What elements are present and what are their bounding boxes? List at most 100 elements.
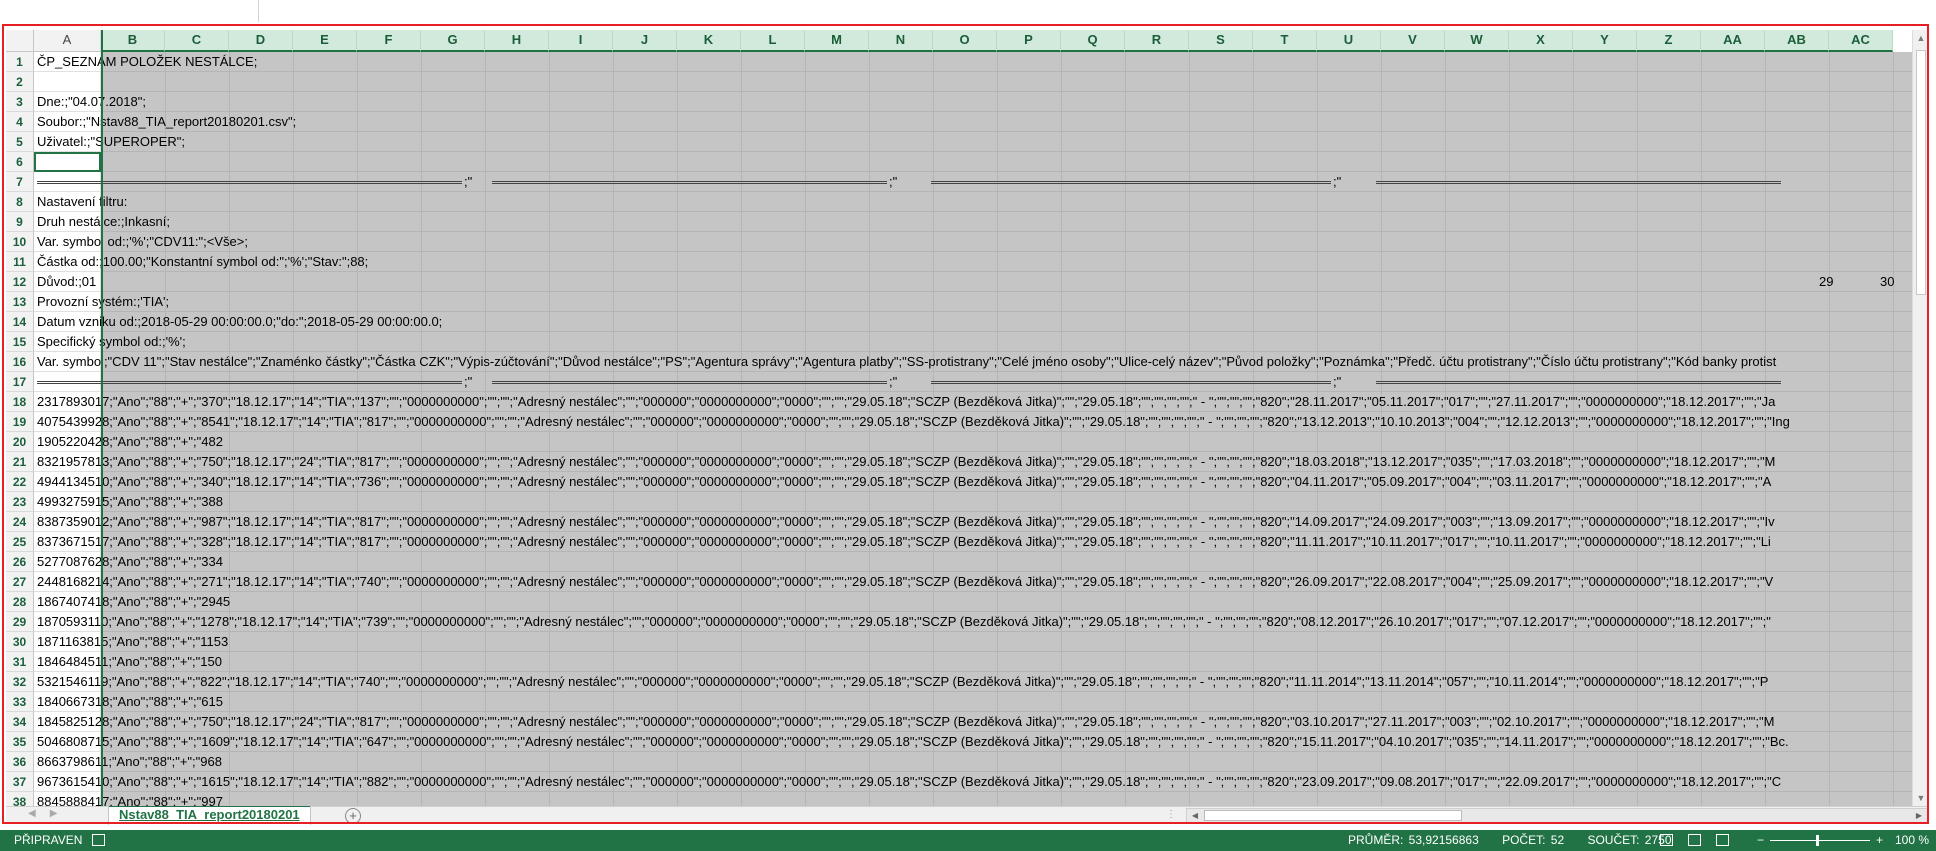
row-number[interactable]: 37 [6,772,34,792]
column-header-u[interactable]: U [1317,30,1381,52]
row-number[interactable]: 3 [6,92,34,112]
row-number[interactable]: 9 [6,212,34,232]
vertical-scroll-thumb[interactable] [1916,50,1926,295]
row-number[interactable]: 27 [6,572,34,592]
row-number[interactable]: 22 [6,472,34,492]
row-number[interactable]: 34 [6,712,34,732]
normal-view-icon[interactable] [1660,834,1673,846]
active-cell[interactable] [34,152,101,172]
column-header-m[interactable]: M [805,30,869,52]
row-number[interactable]: 4 [6,112,34,132]
row-number[interactable]: 8 [6,192,34,212]
selected-range[interactable] [101,92,1912,112]
column-header-ab[interactable]: AB [1765,30,1829,52]
row-number[interactable]: 17 [6,372,34,392]
selected-range[interactable] [101,552,1912,572]
selected-range[interactable] [101,492,1912,512]
page-layout-view-icon[interactable] [1688,834,1701,846]
spreadsheet-grid[interactable]: A B C D E F G H I J K L M N O P Q R S T U V W X Y Z AA AB AC 1 ČP_SEZ… [6,30,1912,806]
selected-range[interactable] [101,632,1912,652]
selected-range[interactable] [101,132,1912,152]
column-header-ac[interactable]: AC [1829,30,1893,52]
tab-split-handle-icon[interactable]: ⋮ [1166,809,1176,820]
scroll-left-icon[interactable]: ◀ [1188,809,1202,822]
selected-range[interactable] [101,72,1912,92]
add-sheet-icon[interactable]: + [345,808,361,824]
row-number[interactable]: 25 [6,532,34,552]
row-number[interactable]: 5 [6,132,34,152]
column-header-aa[interactable]: AA [1701,30,1765,52]
selected-range[interactable] [101,652,1912,672]
selected-range[interactable] [101,592,1912,612]
column-header-c[interactable]: C [165,30,229,52]
page-break-view-icon[interactable] [1716,834,1729,846]
row-number[interactable]: 33 [6,692,34,712]
selected-range[interactable] [101,152,1912,172]
row-number[interactable]: 1 [6,52,34,72]
column-header-v[interactable]: V [1381,30,1445,52]
row-number[interactable]: 28 [6,592,34,612]
column-header-l[interactable]: L [741,30,805,52]
cell-a[interactable] [34,72,101,92]
column-header-g[interactable]: G [421,30,485,52]
selected-range[interactable] [101,432,1912,452]
selected-range[interactable] [101,112,1912,132]
selected-range[interactable] [101,692,1912,712]
selected-range[interactable] [101,192,1912,212]
row-number[interactable]: 21 [6,452,34,472]
row-number[interactable]: 2 [6,72,34,92]
scroll-right-icon[interactable]: ▶ [1912,809,1926,822]
row-number[interactable]: 10 [6,232,34,252]
column-header-w[interactable]: W [1445,30,1509,52]
row-number[interactable]: 6 [6,152,34,172]
row-number[interactable]: 26 [6,552,34,572]
row-number[interactable]: 15 [6,332,34,352]
column-header-y[interactable]: Y [1573,30,1637,52]
row-number[interactable]: 32 [6,672,34,692]
scroll-up-icon[interactable]: ▲ [1913,30,1929,46]
selected-range[interactable] [101,52,1912,72]
column-header-s[interactable]: S [1189,30,1253,52]
row-number[interactable]: 7 [6,172,34,192]
column-header-i[interactable]: I [549,30,613,52]
row-number[interactable]: 11 [6,252,34,272]
row-number[interactable]: 30 [6,632,34,652]
zoom-level[interactable]: 100 % [1895,830,1929,851]
row-number[interactable]: 38 [6,792,34,806]
row-number[interactable]: 12 [6,272,34,292]
row-number[interactable]: 13 [6,292,34,312]
row-number[interactable]: 36 [6,752,34,772]
column-header-h[interactable]: H [485,30,549,52]
column-header-o[interactable]: O [933,30,997,52]
select-all-corner[interactable] [6,30,34,52]
selected-range[interactable] [101,252,1912,272]
horizontal-scroll-thumb[interactable] [1204,810,1462,821]
selected-range[interactable] [101,752,1912,772]
zoom-slider[interactable] [1770,840,1870,841]
selected-range[interactable] [101,792,1912,806]
sheet-nav-arrows-icon[interactable]: ◀▶ [28,808,71,819]
row-number[interactable]: 24 [6,512,34,532]
column-header-f[interactable]: F [357,30,421,52]
column-header-z[interactable]: Z [1637,30,1701,52]
column-header-q[interactable]: Q [1061,30,1125,52]
column-header-p[interactable]: P [997,30,1061,52]
column-header-d[interactable]: D [229,30,293,52]
row-number[interactable]: 18 [6,392,34,412]
column-header-k[interactable]: K [677,30,741,52]
row-number[interactable]: 35 [6,732,34,752]
sheet-tab-active[interactable]: Nstav88_TIA_report20180201 [108,806,311,825]
column-header-a[interactable]: A [34,30,101,52]
column-header-e[interactable]: E [293,30,357,52]
column-header-x[interactable]: X [1509,30,1573,52]
row-number[interactable]: 23 [6,492,34,512]
row-number[interactable]: 14 [6,312,34,332]
selected-range[interactable] [101,212,1912,232]
selected-range[interactable] [101,332,1912,352]
column-header-j[interactable]: J [613,30,677,52]
column-header-t[interactable]: T [1253,30,1317,52]
zoom-in-icon[interactable]: + [1876,830,1883,851]
vertical-scrollbar[interactable]: ▲ ▼ [1912,30,1929,806]
macro-record-icon[interactable] [92,834,105,846]
row-number[interactable]: 16 [6,352,34,372]
